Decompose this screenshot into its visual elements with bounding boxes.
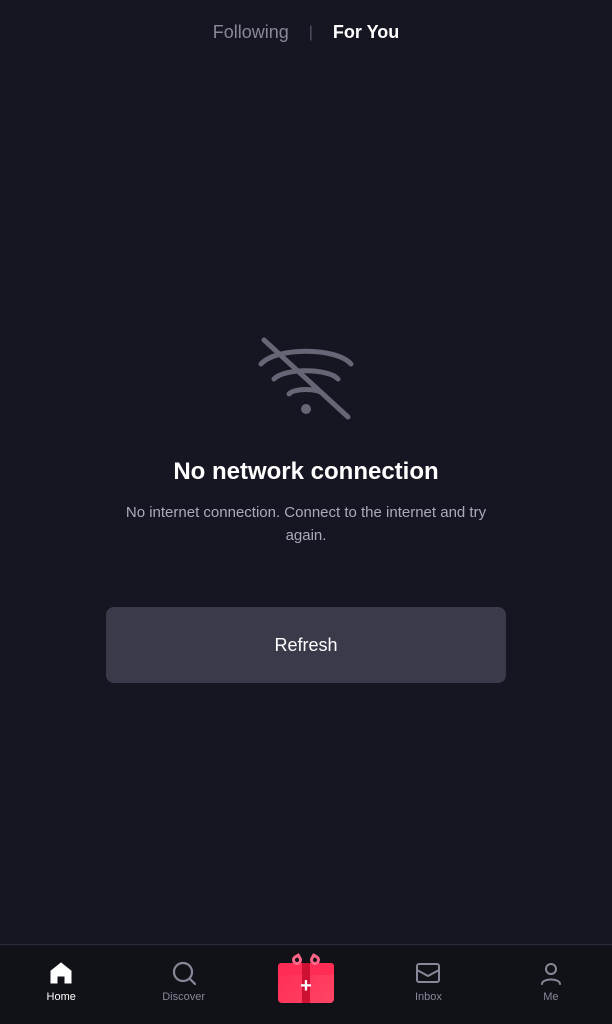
profile-icon	[537, 959, 565, 987]
nav-label-inbox: Inbox	[415, 991, 442, 1003]
no-wifi-icon	[246, 322, 366, 422]
error-description: No internet connection. Connect to the i…	[106, 502, 506, 547]
nav-label-me: Me	[543, 991, 558, 1003]
nav-item-add[interactable]: +	[245, 953, 367, 1008]
tab-following[interactable]: Following	[205, 18, 297, 47]
home-icon	[47, 959, 75, 987]
header: Following | For You	[0, 0, 612, 61]
nav-label-discover: Discover	[162, 991, 205, 1003]
refresh-button[interactable]: Refresh	[106, 607, 506, 683]
error-title: No network connection	[173, 458, 438, 486]
bottom-nav: Home Discover +	[0, 944, 612, 1024]
nav-item-inbox[interactable]: Inbox	[367, 953, 489, 1008]
nav-item-me[interactable]: Me	[490, 953, 612, 1008]
nav-item-home[interactable]: Home	[0, 953, 122, 1008]
inbox-icon	[414, 959, 442, 987]
main-content: No network connection No internet connec…	[0, 61, 612, 944]
discover-icon	[170, 959, 198, 987]
nav-label-home: Home	[47, 991, 76, 1003]
header-divider: |	[309, 24, 313, 42]
tab-for-you[interactable]: For You	[325, 18, 407, 47]
nav-item-discover[interactable]: Discover	[122, 953, 244, 1008]
gift-icon: +	[278, 955, 334, 1003]
